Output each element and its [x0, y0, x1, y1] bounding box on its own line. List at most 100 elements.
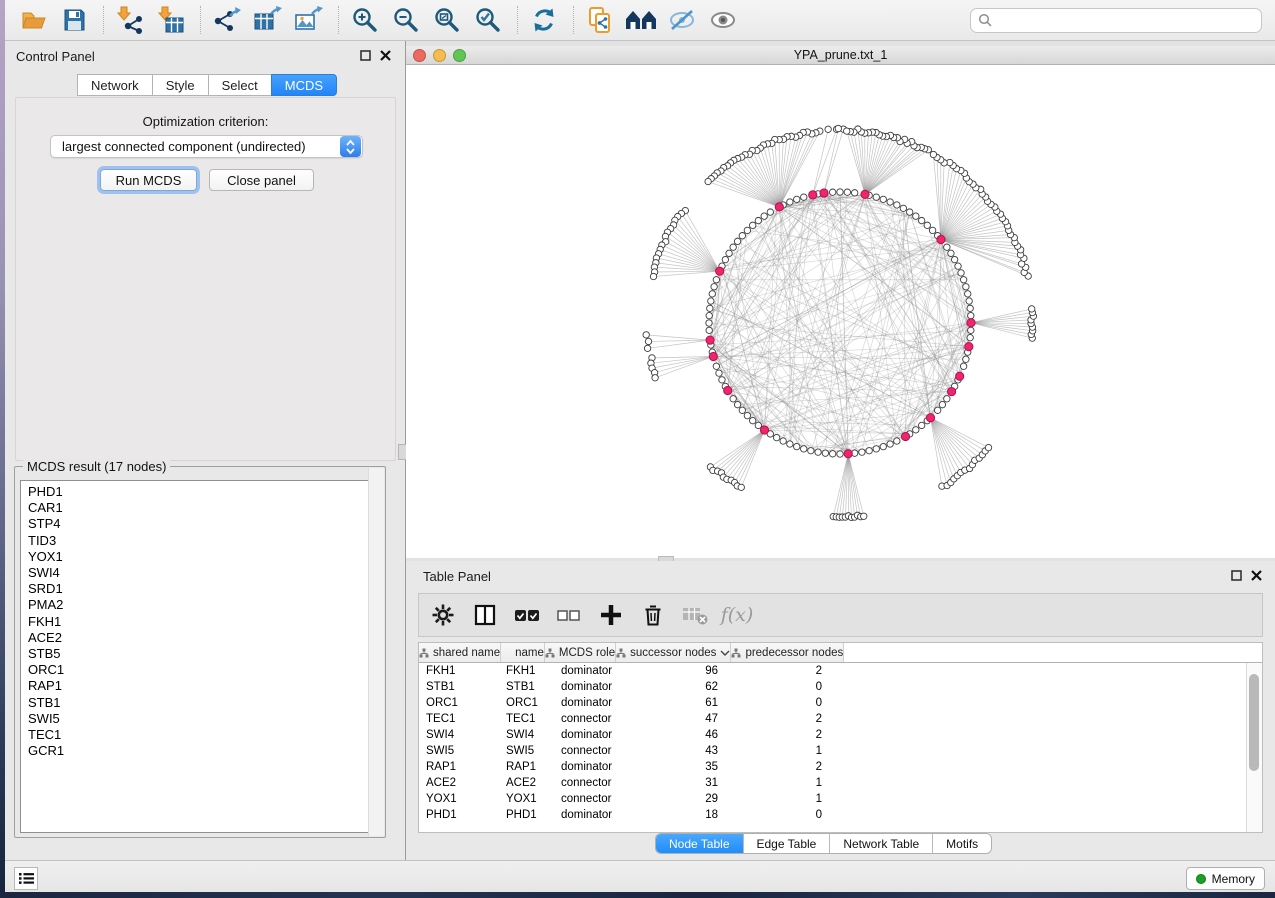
zoom-selected-button[interactable] [472, 4, 504, 36]
zoom-fit-button[interactable] [431, 4, 463, 36]
show-column-button[interactable] [471, 601, 499, 629]
table-row[interactable]: FKH1 FKH1 dominator 96 2 [419, 663, 1262, 679]
mcds-result-item[interactable]: PHD1 [28, 484, 380, 500]
deselect-all-button[interactable] [555, 601, 583, 629]
delete-row-button[interactable] [639, 601, 667, 629]
close-panel-button[interactable]: Close panel [209, 169, 314, 191]
mcds-result-item[interactable]: CAR1 [28, 500, 380, 516]
export-table-button[interactable] [252, 4, 284, 36]
main-toolbar [5, 0, 1275, 41]
cell-successor-nodes: 35 [644, 759, 731, 775]
table-row[interactable]: SWI4 SWI4 dominator 46 2 [419, 727, 1262, 743]
memory-button[interactable]: Memory [1186, 867, 1265, 890]
import-table-button[interactable] [155, 4, 187, 36]
mcds-result-item[interactable]: STP4 [28, 516, 380, 532]
table-row[interactable]: TEC1 TEC1 connector 47 2 [419, 711, 1262, 727]
mcds-list-scrollbar[interactable] [368, 468, 384, 836]
memory-status-dot-icon [1196, 874, 1206, 884]
zoom-out-button[interactable] [390, 4, 422, 36]
desktop-wallpaper-bottom [0, 892, 1275, 898]
show-all-button[interactable] [707, 4, 739, 36]
table-row[interactable]: STB1 STB1 dominator 62 0 [419, 679, 1262, 695]
mcds-result-item[interactable]: FKH1 [28, 614, 380, 630]
task-history-button[interactable] [14, 867, 38, 890]
copy-network-button[interactable] [584, 4, 616, 36]
first-neighbors-button[interactable] [625, 4, 657, 36]
hide-selected-button[interactable] [666, 4, 698, 36]
table-settings-button[interactable] [429, 601, 457, 629]
mcds-result-item[interactable]: ORC1 [28, 662, 380, 678]
eye-icon [709, 6, 737, 34]
mcds-result-item[interactable]: STB1 [28, 695, 380, 711]
close-panel-icon[interactable] [1251, 570, 1262, 581]
mcds-result-item[interactable]: TID3 [28, 533, 380, 549]
table-row[interactable]: RAP1 RAP1 dominator 35 2 [419, 759, 1262, 775]
table-panel-window-buttons [1231, 570, 1262, 581]
select-all-button[interactable] [513, 601, 541, 629]
control-panel-tab[interactable]: Network [77, 74, 153, 96]
optimization-criterion-value: largest connected component (undirected) [51, 139, 340, 154]
delete-table-button-disabled [681, 601, 709, 629]
first-neighbors-icon [624, 7, 658, 33]
table-panel-tab[interactable]: Motifs [933, 834, 991, 853]
export-network-button[interactable] [211, 4, 243, 36]
cell-successor-nodes: 47 [644, 711, 731, 727]
table-column-header[interactable]: name [501, 643, 545, 662]
open-session-button[interactable] [17, 4, 49, 36]
search-input[interactable] [998, 10, 1261, 30]
table-row[interactable]: ACE2 ACE2 connector 31 1 [419, 775, 1262, 791]
plus-icon [600, 604, 622, 626]
cell-shared-name: YOX1 [419, 791, 499, 807]
table-scrollbar-thumb[interactable] [1249, 674, 1259, 771]
table-panel-tab[interactable]: Node Table [656, 834, 744, 853]
add-row-button[interactable] [597, 601, 625, 629]
export-image-icon [294, 6, 324, 34]
search-field[interactable] [970, 8, 1262, 33]
shared-column-icon [616, 648, 626, 658]
mcds-result-item[interactable]: ACE2 [28, 630, 380, 646]
table-body: FKH1 FKH1 dominator 96 2 STB1 STB1 domin… [419, 663, 1262, 823]
control-panel-tab[interactable]: Select [208, 74, 272, 96]
optimization-criterion-select[interactable]: largest connected component (undirected) [50, 135, 363, 158]
control-panel-tab[interactable]: MCDS [271, 74, 337, 96]
table-panel-tab[interactable]: Edge Table [744, 834, 831, 853]
float-panel-icon[interactable] [360, 50, 371, 61]
mcds-result-item[interactable]: PMA2 [28, 597, 380, 613]
network-canvas[interactable] [406, 65, 1275, 558]
cell-successor-nodes: 29 [644, 791, 731, 807]
table-column-header[interactable]: predecessor nodes [731, 643, 844, 662]
network-title: YPA_prune.txt_1 [406, 48, 1275, 62]
close-panel-icon[interactable] [380, 50, 391, 61]
import-network-button[interactable] [114, 4, 146, 36]
mcds-result-item[interactable]: TEC1 [28, 727, 380, 743]
mcds-result-item[interactable]: STB5 [28, 646, 380, 662]
table-row[interactable]: PHD1 PHD1 dominator 18 0 [419, 807, 1262, 823]
mcds-result-item[interactable]: SWI4 [28, 565, 380, 581]
float-panel-icon[interactable] [1231, 570, 1242, 581]
mcds-result-item[interactable]: GCR1 [28, 743, 380, 759]
table-row[interactable]: ORC1 ORC1 dominator 61 0 [419, 695, 1262, 711]
table-toolbar: f(x) [418, 593, 1263, 637]
cell-shared-name: FKH1 [419, 663, 499, 679]
zoom-in-icon [351, 6, 379, 34]
save-session-button[interactable] [58, 4, 90, 36]
control-panel-tab[interactable]: Style [152, 74, 209, 96]
table-row[interactable]: YOX1 YOX1 connector 29 1 [419, 791, 1262, 807]
export-image-button[interactable] [293, 4, 325, 36]
control-panel-tabs: NetworkStyleSelectMCDS [78, 74, 337, 96]
mcds-result-item[interactable]: YOX1 [28, 549, 380, 565]
mcds-result-item[interactable]: RAP1 [28, 678, 380, 694]
mcds-result-item[interactable]: SWI5 [28, 711, 380, 727]
table-header-row: shared name name MCDS role su [419, 643, 1262, 663]
mcds-result-item[interactable]: SRD1 [28, 581, 380, 597]
table-panel-tab[interactable]: Network Table [830, 834, 933, 853]
zoom-in-button[interactable] [349, 4, 381, 36]
table-row[interactable]: SWI5 SWI5 connector 43 1 [419, 743, 1262, 759]
table-column-header[interactable]: successor nodes [616, 643, 731, 662]
cell-mcds-role: dominator [553, 695, 644, 711]
table-column-header[interactable]: MCDS role [545, 643, 616, 662]
refresh-button[interactable] [528, 4, 560, 36]
table-column-header[interactable]: shared name [419, 643, 501, 662]
run-mcds-button[interactable]: Run MCDS [100, 169, 197, 191]
select-all-icon [514, 605, 540, 625]
